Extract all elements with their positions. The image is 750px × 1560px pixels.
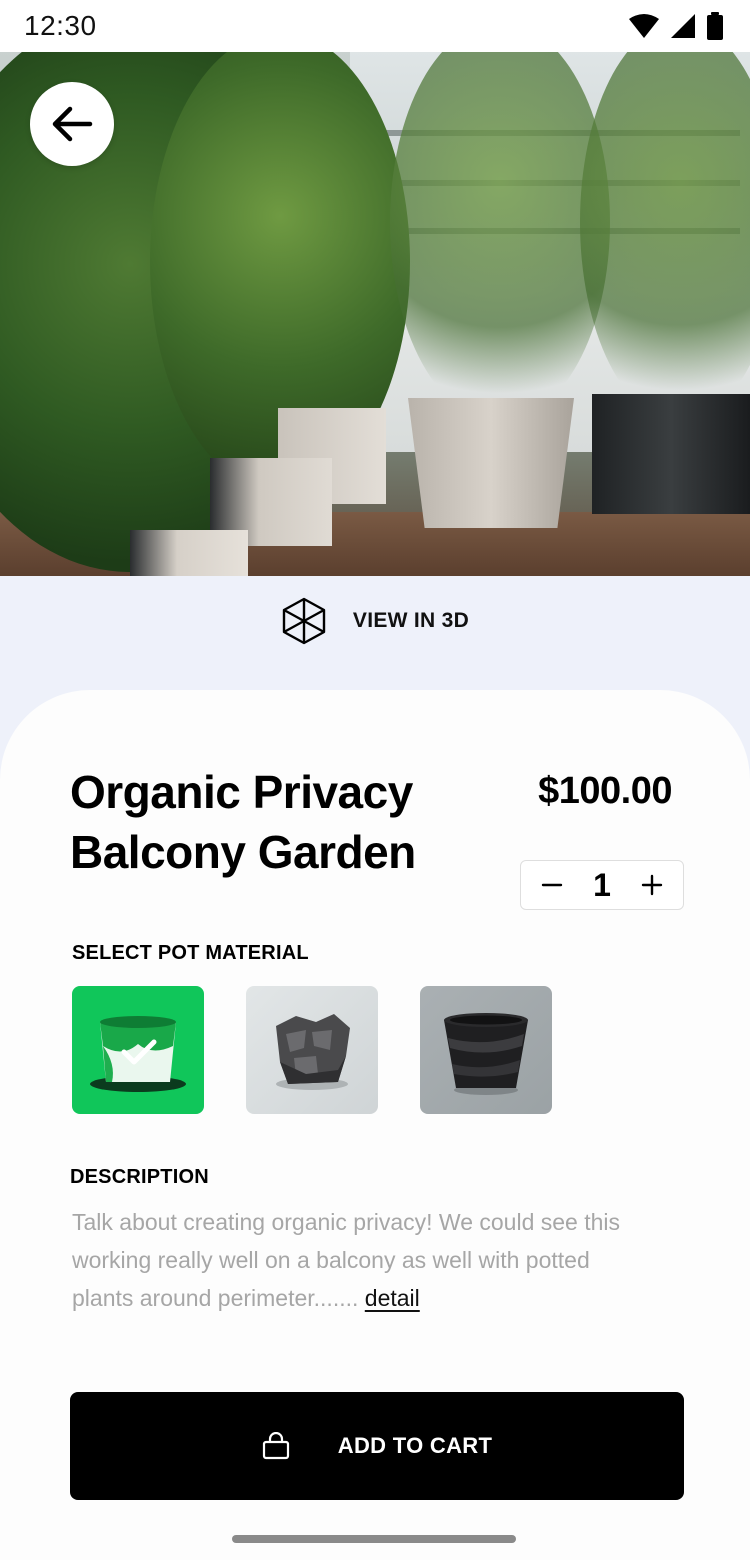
product-price: $100.00 (538, 770, 672, 812)
product-title: Organic Privacy Balcony Garden (70, 766, 416, 878)
hero-pot (592, 394, 750, 514)
quantity-stepper: 1 (520, 860, 684, 910)
status-bar: 12:30 (0, 0, 750, 52)
material-option-dark[interactable] (420, 986, 552, 1114)
product-detail-screen: 12:30 VIEW IN 3D Organic Privacy Balcony… (0, 0, 750, 1560)
plus-icon (641, 874, 663, 896)
material-option-stone[interactable] (246, 986, 378, 1114)
view-in-3d-label: VIEW IN 3D (352, 609, 470, 632)
minus-icon (541, 883, 563, 887)
detail-link[interactable]: detail (365, 1285, 420, 1311)
back-button[interactable] (30, 82, 114, 166)
status-time: 12:30 (24, 10, 97, 41)
shopping-bag-icon (262, 1432, 289, 1460)
green-ceramic-pot-icon (90, 1016, 186, 1092)
description-text: Talk about creating organic privacy! We … (72, 1203, 632, 1317)
status-icons (628, 12, 724, 40)
hero-pot (130, 530, 248, 576)
description-body: Talk about creating organic privacy! We … (72, 1209, 621, 1311)
view-in-3d-button[interactable]: VIEW IN 3D (0, 576, 750, 666)
quantity-value: 1 (593, 866, 611, 903)
signal-icon (671, 14, 695, 38)
material-option-green[interactable] (72, 986, 204, 1114)
cube-3d-icon (282, 597, 326, 645)
wifi-icon (629, 14, 659, 38)
decrement-button[interactable] (539, 872, 565, 898)
stone-pot-icon (276, 1014, 350, 1090)
home-indicator[interactable] (232, 1535, 516, 1543)
arrow-left-icon (52, 106, 93, 142)
add-to-cart-button[interactable]: ADD TO CART (70, 1392, 684, 1500)
pot-material-label: SELECT POT MATERIAL (72, 942, 309, 964)
description-label: DESCRIPTION (70, 1166, 209, 1188)
add-to-cart-label: ADD TO CART (337, 1433, 493, 1458)
battery-icon (707, 12, 723, 40)
increment-button[interactable] (639, 872, 665, 898)
dark-glazed-pot-icon (444, 1013, 528, 1095)
hero-pot (408, 398, 574, 528)
